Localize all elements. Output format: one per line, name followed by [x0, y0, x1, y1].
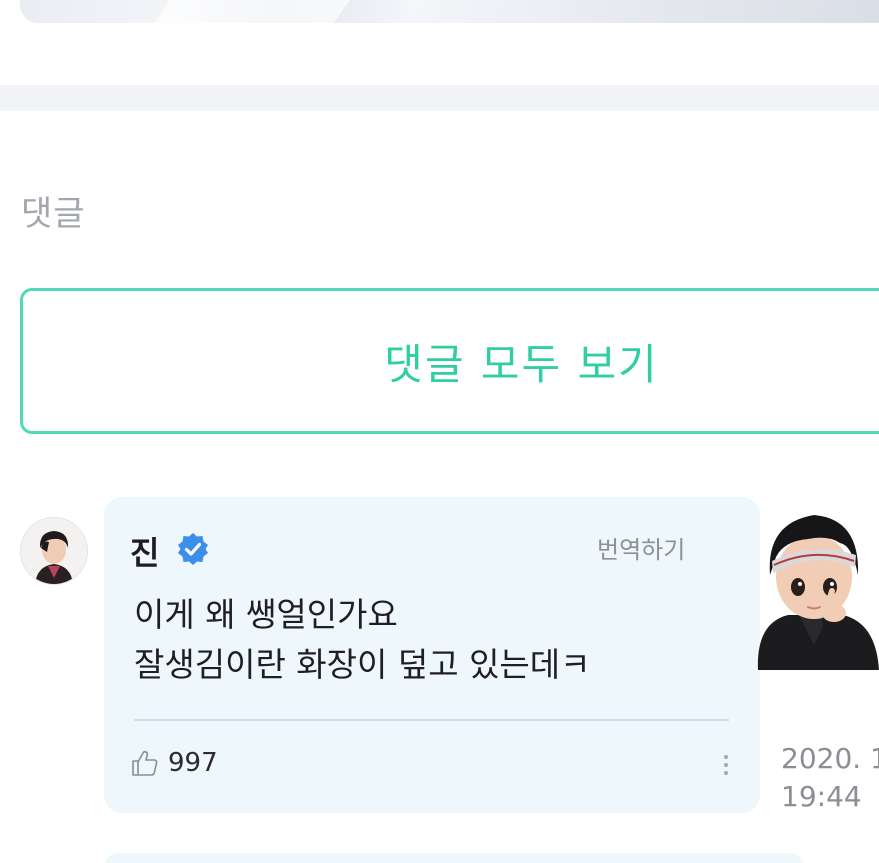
comment-divider [134, 719, 729, 721]
translate-link[interactable]: 번역하기 [597, 530, 685, 565]
view-all-comments-button[interactable]: 댓글 모두 보기 [20, 288, 879, 434]
thumbs-up-icon [132, 750, 158, 776]
like-count: 997 [168, 748, 218, 778]
comment-author[interactable]: 진 [130, 528, 159, 574]
comment-timestamp: 2020. 1 19:44 [781, 740, 879, 816]
avatar[interactable] [20, 517, 88, 585]
view-all-comments-label: 댓글 모두 보기 [384, 339, 659, 389]
post-image[interactable] [20, 0, 879, 23]
next-comment-bubble [104, 853, 804, 863]
section-divider [0, 85, 879, 111]
comment-line: 이게 왜 쌩얼인가요 [134, 595, 398, 634]
more-vertical-icon[interactable] [716, 752, 736, 782]
comment-time: 19:44 [781, 780, 862, 813]
comments-page: 댓글 댓글 모두 보기 진 번역하기 이게 왜 쌩얼인가요 잘생김이란 화장이 … [0, 0, 879, 863]
image-highlight [148, 0, 372, 23]
character-sticker [757, 515, 879, 670]
comment-text: 이게 왜 쌩얼인가요 잘생김이란 화장이 덮고 있는데ㅋ [134, 590, 591, 690]
verified-badge-icon [178, 533, 208, 565]
avatar-photo [21, 518, 87, 584]
comment-line: 잘생김이란 화장이 덮고 있는데ㅋ [134, 645, 591, 684]
like-button[interactable]: 997 [130, 748, 218, 778]
comment-date: 2020. 1 [781, 742, 879, 775]
comments-section-title: 댓글 [21, 194, 86, 234]
